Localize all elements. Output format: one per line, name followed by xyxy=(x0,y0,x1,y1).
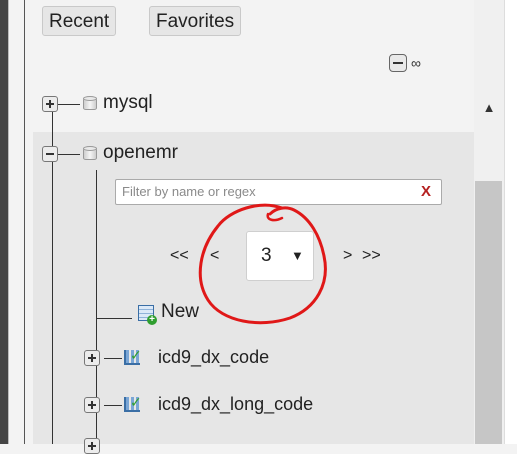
expand-icd9-dx-long-code-button[interactable] xyxy=(84,397,100,413)
pager-prev-link[interactable]: < xyxy=(210,246,219,266)
table-icon: ✓ xyxy=(124,395,144,413)
new-table-icon: + xyxy=(138,305,158,325)
tab-favorites[interactable]: Favorites xyxy=(149,6,242,36)
right-frame-edge xyxy=(504,0,517,444)
scroll-up-icon[interactable]: ▲ xyxy=(481,101,497,115)
tree-connector-icd9-long xyxy=(104,405,122,406)
table-icd9-dx-code[interactable]: icd9_dx_code xyxy=(158,346,269,368)
tree-connector-mysql xyxy=(58,104,80,105)
scrollbar-thumb[interactable] xyxy=(475,181,502,444)
page-select-value: 3 xyxy=(261,245,272,266)
new-table-link[interactable]: New xyxy=(161,301,199,323)
database-icon xyxy=(83,96,97,112)
left-frame-border xyxy=(0,0,8,444)
pager-last-link[interactable]: >> xyxy=(362,246,381,266)
expand-icd9-dx-code-button[interactable] xyxy=(84,350,100,366)
tree-root-line xyxy=(24,0,25,444)
table-icd9-dx-long-code[interactable]: icd9_dx_long_code xyxy=(158,393,313,415)
filter-placeholder: Filter by name or regex xyxy=(122,184,256,199)
db-mysql-label[interactable]: mysql xyxy=(103,92,153,114)
table-filter-input[interactable]: Filter by name or regex X xyxy=(115,179,442,205)
collapse-all-icon[interactable] xyxy=(389,54,407,72)
database-icon xyxy=(83,146,97,162)
collapse-openemr-button[interactable] xyxy=(42,146,58,162)
expand-next-table-button[interactable] xyxy=(84,438,100,454)
page-select[interactable]: 3 ▼ xyxy=(246,231,314,281)
pager-next-link[interactable]: > xyxy=(343,246,352,266)
tree-connector-icd9 xyxy=(104,358,122,359)
clear-filter-icon[interactable]: X xyxy=(421,182,431,202)
tab-recent[interactable]: Recent xyxy=(42,6,117,36)
pager-first-link[interactable]: << xyxy=(170,246,189,266)
tree-connector-new xyxy=(96,318,132,319)
expand-mysql-button[interactable] xyxy=(42,96,58,112)
db-openemr-label[interactable]: openemr xyxy=(103,142,178,164)
tree-connector-openemr xyxy=(58,154,80,155)
chevron-down-icon: ▼ xyxy=(291,248,304,263)
table-icon: ✓ xyxy=(124,348,144,366)
link-icon[interactable]: ∞ xyxy=(411,54,433,72)
